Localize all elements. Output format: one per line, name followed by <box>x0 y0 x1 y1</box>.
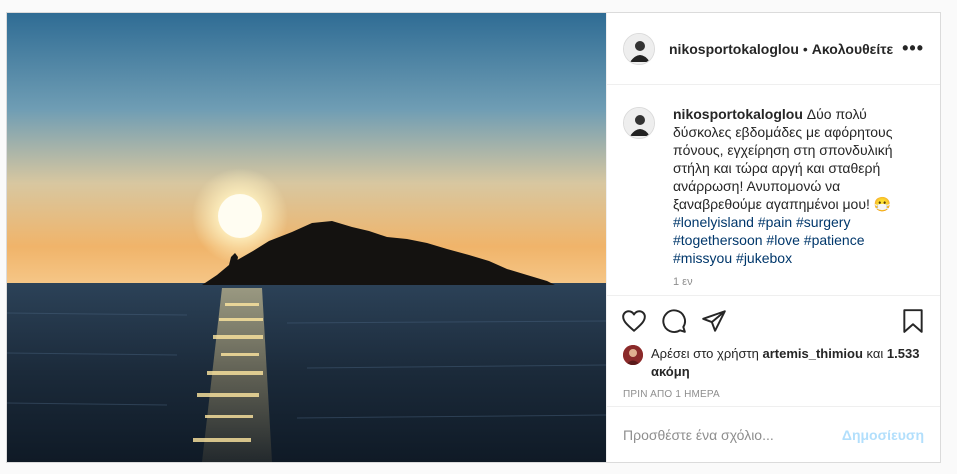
hashtag-list: #lonelyisland #pain #surgery #togetherso… <box>673 213 923 267</box>
liker-avatar[interactable] <box>623 345 643 365</box>
hashtag-link[interactable]: #missyou <box>673 250 732 266</box>
post-sidebar: nikosportokaloglou • Ακολουθείτε ••• nikos… <box>606 13 940 462</box>
header-username[interactable]: nikosportokaloglou <box>669 41 799 57</box>
hashtag-link[interactable]: #surgery <box>796 214 850 230</box>
hashtag-link[interactable]: #love <box>766 232 799 248</box>
sunset-island-image <box>7 13 606 462</box>
post-photo[interactable] <box>7 13 606 462</box>
post-card: nikosportokaloglou • Ακολουθείτε ••• nikos… <box>6 12 941 463</box>
heart-icon[interactable] <box>621 308 647 334</box>
comment-input[interactable]: Προσθέστε ένα σχόλιο... <box>623 427 842 443</box>
comments-area[interactable]: nikosportokaloglou Δύο πολύ δύσκολες εβδ… <box>607 85 940 295</box>
hashtag-link[interactable]: #togethersoon <box>673 232 763 248</box>
liker-avatar-icon <box>623 345 643 365</box>
comment-icon[interactable] <box>661 308 687 334</box>
action-bar <box>607 295 940 345</box>
avatar[interactable] <box>623 32 655 65</box>
hashtag-link[interactable]: #pain <box>758 214 792 230</box>
post-header: nikosportokaloglou • Ακολουθείτε ••• <box>607 13 940 85</box>
follow-status[interactable]: Ακολουθείτε <box>812 41 893 57</box>
liker-username[interactable]: artemis_thimiou <box>762 346 862 361</box>
post-caption: nikosportokaloglou Δύο πολύ δύσκολες εβδ… <box>673 105 923 295</box>
add-comment-bar: Προσθέστε ένα σχόλιο... Δημοσίευση <box>607 406 940 462</box>
user-avatar-icon <box>624 108 654 138</box>
likes-text: Αρέσει στο χρήστη artemis_thimiou και 1.… <box>651 345 924 381</box>
bookmark-icon[interactable] <box>900 308 926 334</box>
caption-username[interactable]: nikosportokaloglou <box>673 106 803 122</box>
likes-and: και <box>866 346 884 361</box>
post-date[interactable]: ΠΡΙΝ ΑΠΟ 1 ΗΜΕΡΑ <box>607 381 940 400</box>
likes-prefix: Αρέσει στο χρήστη <box>651 346 759 361</box>
publish-button[interactable]: Δημοσίευση <box>842 427 924 443</box>
user-avatar-icon <box>624 33 654 64</box>
header-user-line: nikosportokaloglou • Ακολουθείτε <box>669 41 893 57</box>
more-options-icon[interactable]: ••• <box>902 38 924 59</box>
hashtag-link[interactable]: #jukebox <box>736 250 792 266</box>
caption-time: 1 εν <box>673 276 693 288</box>
caption-avatar[interactable] <box>623 107 655 139</box>
header-separator: • <box>802 40 808 57</box>
paper-plane-icon[interactable] <box>701 308 727 334</box>
hashtag-link[interactable]: #patience <box>804 232 865 248</box>
likes-summary: Αρέσει στο χρήστη artemis_thimiou και 1.… <box>607 345 940 381</box>
hashtag-link[interactable]: #lonelyisland <box>673 214 754 230</box>
